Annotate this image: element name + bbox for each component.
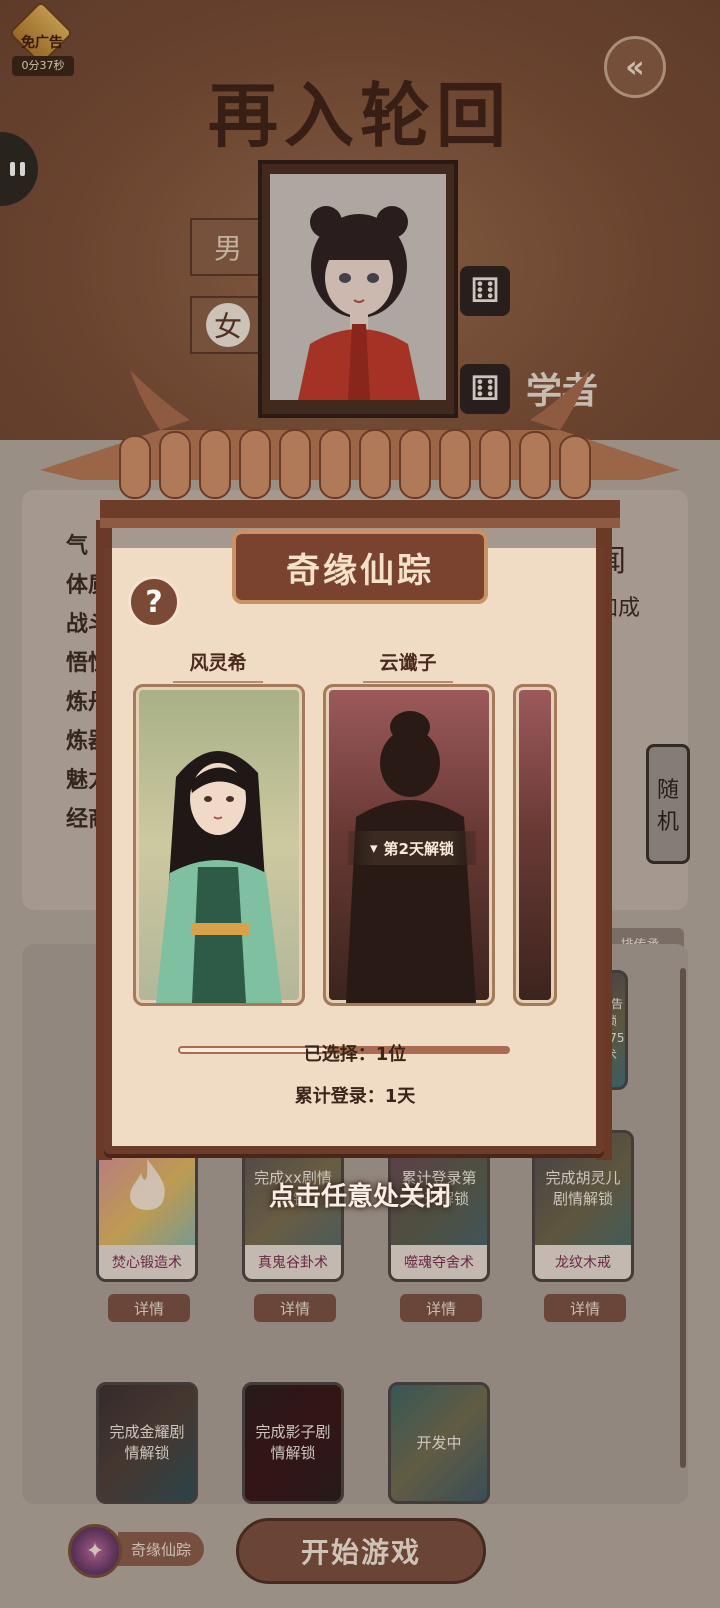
lock-icon: ▾ bbox=[370, 839, 378, 857]
unlock-banner: ▾ 第2天解锁 bbox=[348, 831, 476, 865]
character-card-unlocked[interactable] bbox=[133, 684, 305, 1006]
pagoda-roof bbox=[40, 370, 680, 528]
help-button[interactable]: ? bbox=[128, 576, 180, 628]
character-illustration bbox=[156, 750, 282, 1003]
character-card-locked[interactable]: ▾ 第2天解锁 bbox=[323, 684, 495, 1006]
character-name-underline bbox=[363, 681, 453, 683]
close-hint[interactable]: 点击任意处关闭 bbox=[180, 1176, 540, 1213]
character-name-block: 云谶子 bbox=[323, 648, 493, 683]
question-mark-icon: ? bbox=[145, 584, 163, 620]
login-days: 累计登录：1天 bbox=[294, 1086, 416, 1107]
character-name-block: 风灵希 bbox=[133, 648, 303, 683]
selected-count: 已选择：1位 bbox=[303, 1044, 407, 1065]
unlock-text: 第2天解锁 bbox=[383, 839, 454, 858]
character-name: 云谶子 bbox=[379, 652, 437, 674]
character-name-underline bbox=[173, 681, 263, 683]
modal-title-plaque: 奇缘仙踪 bbox=[232, 530, 488, 604]
character-card-partial[interactable] bbox=[513, 684, 557, 1006]
modal-title: 奇缘仙踪 bbox=[286, 550, 434, 591]
character-name: 风灵希 bbox=[189, 652, 247, 674]
